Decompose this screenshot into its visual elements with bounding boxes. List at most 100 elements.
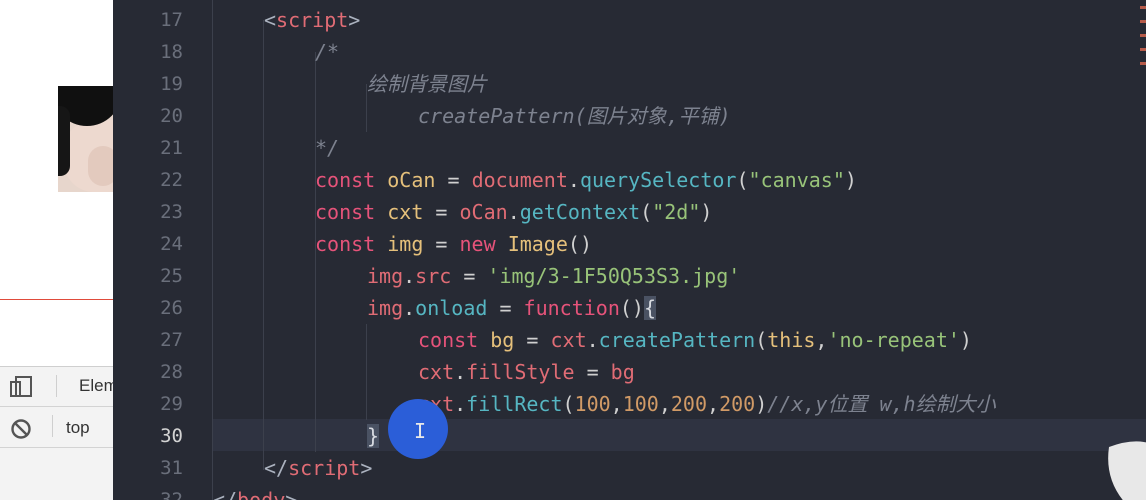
token: src: [415, 264, 452, 288]
line-number: 22: [160, 169, 183, 191]
token: bg: [610, 360, 635, 384]
token: ): [755, 392, 768, 416]
code-line-25: img.src = 'img/3-1F50Q53S3.jpg': [367, 260, 740, 292]
code-line-18: /*: [315, 36, 339, 68]
token: 200: [719, 392, 756, 416]
code-line-22: const oCan = document.querySelector("can…: [315, 164, 857, 196]
token: img: [387, 232, 424, 256]
token: getContext: [519, 200, 641, 224]
token: img: [367, 296, 404, 320]
token: fillRect: [466, 392, 563, 416]
leaf-shape: [1108, 441, 1146, 500]
token: .: [567, 168, 580, 192]
token: /*: [315, 40, 340, 64]
token: =: [423, 232, 460, 256]
line-number: 17: [160, 9, 183, 31]
token: img: [367, 264, 404, 288]
code-line-24: const img = new Image(): [315, 228, 592, 260]
line-number: 23: [160, 201, 183, 223]
token: 'no-repeat': [827, 328, 960, 352]
indent-guide: [212, 0, 213, 500]
token: (: [755, 328, 768, 352]
line-number: 26: [160, 297, 183, 319]
token: oCan: [459, 200, 508, 224]
token: fillStyle: [466, 360, 575, 384]
token: const: [315, 168, 376, 192]
token: cxt: [387, 200, 424, 224]
line-number: 28: [160, 361, 183, 383]
token: .: [454, 392, 467, 416]
token: bg: [490, 328, 515, 352]
line-number-active: 30: [160, 425, 183, 447]
line-number: 24: [160, 233, 183, 255]
token: 绘制背景图片: [367, 72, 487, 96]
line-number: 25: [160, 265, 183, 287]
text-cursor-icon: I: [414, 419, 427, 443]
code-editor[interactable]: 17 18 19 20 21 22 23 24 25 26 27 28 29 3…: [113, 0, 1146, 500]
toolbar-separator: [56, 375, 57, 397]
scroll-markers: [1138, 0, 1146, 90]
token: =: [487, 296, 524, 320]
token: document: [471, 168, 568, 192]
toolbar-separator: [52, 415, 53, 437]
token: cxt: [418, 360, 455, 384]
token: this: [767, 328, 816, 352]
token: ): [844, 168, 857, 192]
line-number: 29: [160, 393, 183, 415]
token: const: [418, 328, 479, 352]
token: (): [567, 232, 592, 256]
code-line-17: <script>: [264, 4, 360, 36]
devtools-tabbar: Elem: [0, 367, 113, 407]
code-line-28: cxt.fillStyle = bg: [418, 356, 635, 388]
line-number: 27: [160, 329, 183, 351]
token: ,: [610, 392, 623, 416]
block-icon[interactable]: [10, 418, 32, 440]
token: (): [619, 296, 644, 320]
token: script: [276, 8, 349, 32]
code-line-20: createPattern(图片对象,平铺): [418, 100, 731, 132]
token: .: [403, 296, 416, 320]
token: //x,y位置 w,h绘制大小: [767, 392, 996, 416]
device-toggle-icon[interactable]: [9, 376, 33, 398]
token: >: [348, 8, 361, 32]
code-line-29: cxt.fillRect(100,100,200,200)//x,y位置 w,h…: [418, 388, 996, 420]
token: <: [264, 8, 277, 32]
token: ,: [707, 392, 720, 416]
token: .: [403, 264, 416, 288]
browser-viewport: Elem top: [0, 0, 113, 500]
indent-guide: [366, 324, 367, 420]
token: >: [285, 488, 298, 500]
token: =: [451, 264, 488, 288]
line-number-gutter: 17 18 19 20 21 22 23 24 25 26 27 28 29 3…: [113, 0, 208, 500]
token: script: [288, 456, 361, 480]
token: "canvas": [748, 168, 845, 192]
token: =: [514, 328, 551, 352]
token: ,: [815, 328, 828, 352]
code-line-32: </body>: [213, 484, 297, 500]
token: createPattern: [598, 328, 756, 352]
token: 100: [622, 392, 659, 416]
tab-elements[interactable]: Elem: [79, 376, 113, 396]
preview-image: [58, 86, 113, 192]
line-number: 20: [160, 105, 183, 127]
context-select[interactable]: top: [66, 418, 90, 438]
code-line-30: }: [367, 420, 380, 452]
token: "2d": [652, 200, 701, 224]
console-toolbar: top: [0, 407, 113, 448]
token: >: [360, 456, 373, 480]
code-line-23: const cxt = oCan.getContext("2d"): [315, 196, 712, 228]
code-line-27: const bg = cxt.createPattern(this,'no-re…: [418, 324, 972, 356]
token: cxt: [550, 328, 587, 352]
token: ,: [658, 392, 671, 416]
token: const: [315, 232, 376, 256]
line-number: 31: [160, 457, 183, 479]
page-divider: [0, 299, 113, 300]
token: function: [523, 296, 620, 320]
token: onload: [415, 296, 488, 320]
code-line-31: </script>: [264, 452, 372, 484]
